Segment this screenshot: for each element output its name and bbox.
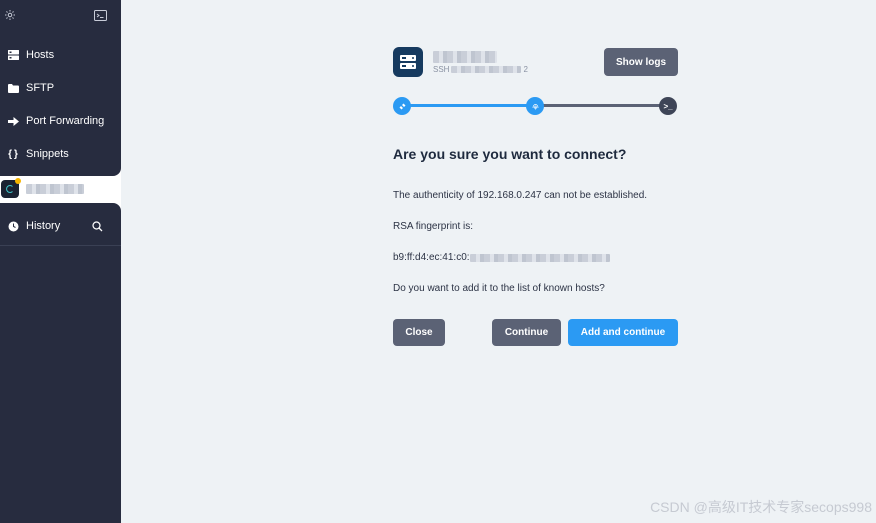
host-address-redacted bbox=[451, 66, 522, 73]
step-connect-icon bbox=[393, 97, 411, 115]
sidebar-item-label: Hosts bbox=[26, 49, 55, 61]
continue-button[interactable]: Continue bbox=[492, 319, 561, 346]
active-host-row[interactable] bbox=[0, 176, 121, 203]
hosts-icon bbox=[0, 50, 26, 60]
host-name-redacted bbox=[26, 184, 84, 194]
sidebar-history-panel: History bbox=[0, 203, 121, 523]
close-button[interactable]: Close bbox=[393, 319, 445, 346]
sidebar-nav-panel: Hosts SFTP Port Forwarding { } Snippets bbox=[0, 0, 121, 176]
progress-line-pending bbox=[535, 104, 668, 107]
arrow-right-icon bbox=[0, 116, 26, 126]
gear-icon[interactable] bbox=[3, 8, 17, 22]
fingerprint-label: RSA fingerprint is: bbox=[393, 221, 474, 232]
sidebar-item-label: Snippets bbox=[26, 148, 69, 160]
fingerprint-redacted bbox=[469, 253, 610, 262]
step-fingerprint-icon bbox=[526, 97, 544, 115]
sidebar-item-label: SFTP bbox=[26, 82, 55, 94]
step-terminal-icon: >_ bbox=[659, 97, 677, 115]
host-subtitle: SSH 2 bbox=[433, 65, 528, 74]
terminal-icon[interactable] bbox=[93, 9, 107, 21]
dialog-title: Are you sure you want to connect? bbox=[393, 146, 627, 162]
progress-line-completed bbox=[401, 104, 535, 107]
fingerprint-value: b9:ff:d4:ec:41:c0: bbox=[393, 252, 610, 263]
main-panel: SSH 2 Show logs >_ Are you sure you want… bbox=[121, 0, 876, 523]
sidebar-item-sftp[interactable]: SFTP bbox=[0, 74, 121, 102]
sidebar-divider bbox=[0, 245, 121, 246]
fingerprint-prefix: b9:ff:d4:ec:41:c0: bbox=[393, 252, 470, 263]
sidebar-item-label: History bbox=[26, 220, 61, 232]
watermark: CSDN @高级IT技术专家secops998 bbox=[650, 499, 872, 515]
sidebar: Hosts SFTP Port Forwarding { } Snippets bbox=[0, 0, 121, 523]
sidebar-item-port-forwarding[interactable]: Port Forwarding bbox=[0, 107, 121, 135]
known-hosts-question: Do you want to add it to the list of kno… bbox=[393, 283, 605, 294]
clock-icon bbox=[0, 221, 26, 232]
search-icon[interactable] bbox=[90, 219, 104, 233]
sidebar-item-label: Port Forwarding bbox=[26, 115, 105, 127]
add-and-continue-button[interactable]: Add and continue bbox=[568, 319, 678, 346]
sidebar-item-snippets[interactable]: { } Snippets bbox=[0, 140, 121, 168]
host-avatar bbox=[1, 178, 21, 198]
braces-icon: { } bbox=[8, 148, 18, 160]
show-logs-button[interactable]: Show logs bbox=[604, 48, 678, 76]
host-server-icon bbox=[393, 47, 423, 77]
folder-icon bbox=[0, 83, 26, 93]
protocol-label: SSH bbox=[433, 65, 450, 74]
host-address-suffix: 2 bbox=[523, 65, 528, 74]
authenticity-text: The authenticity of 192.168.0.247 can no… bbox=[393, 190, 648, 201]
sidebar-item-hosts[interactable]: Hosts bbox=[0, 41, 121, 69]
status-dot bbox=[15, 178, 21, 184]
